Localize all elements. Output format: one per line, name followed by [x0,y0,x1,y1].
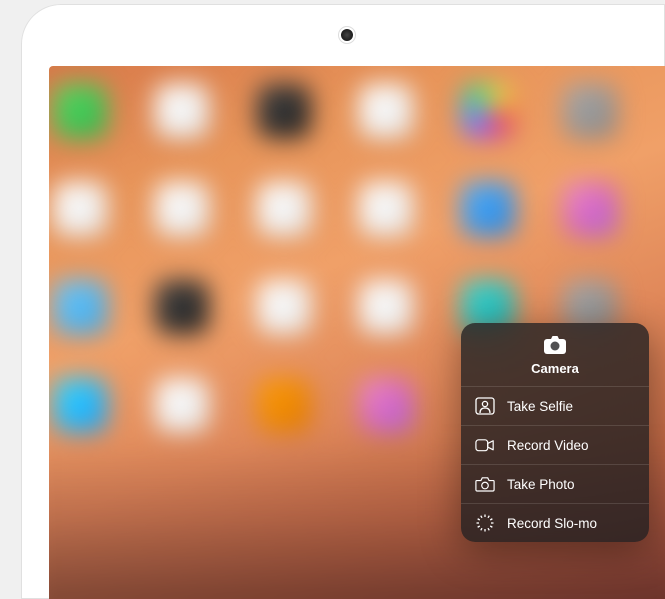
context-menu-header: Camera [461,323,649,387]
menu-item-record-video[interactable]: Record Video [461,426,649,465]
app-icon-blurred [53,280,107,334]
app-icon-blurred [155,84,209,138]
slomo-icon [475,514,495,532]
app-icon-blurred [53,378,107,432]
app-icon-blurred [359,378,413,432]
app-icon-blurred [53,182,107,236]
menu-item-label: Record Video [507,438,589,453]
app-icon-blurred [461,84,515,138]
app-icon-blurred [461,182,515,236]
app-icon-blurred [53,84,107,138]
menu-item-take-selfie[interactable]: Take Selfie [461,387,649,426]
menu-item-record-slomo[interactable]: Record Slo-mo [461,504,649,542]
app-icon-blurred [155,378,209,432]
app-icon-blurred [257,84,311,138]
app-icon-blurred [359,182,413,236]
menu-item-label: Take Selfie [507,399,573,414]
camera-fill-icon [543,335,567,355]
camera-icon [475,475,495,493]
context-menu-title: Camera [531,361,579,376]
ipad-frame: Camera Take Selfie [21,4,665,599]
app-icon-blurred [563,182,617,236]
selfie-icon [475,397,495,415]
menu-item-label: Take Photo [507,477,575,492]
menu-item-label: Record Slo-mo [507,516,597,531]
app-icon-blurred [257,182,311,236]
home-screen[interactable]: Camera Take Selfie [49,66,665,599]
front-camera [341,29,353,41]
camera-context-menu: Camera Take Selfie [461,323,649,542]
app-icon-blurred [155,280,209,334]
app-icon-blurred [257,280,311,334]
app-icon-blurred [155,182,209,236]
app-icon-blurred [359,84,413,138]
menu-item-take-photo[interactable]: Take Photo [461,465,649,504]
app-icon-blurred [359,280,413,334]
app-icon-blurred [563,84,617,138]
app-icon-blurred [257,378,311,432]
video-icon [475,436,495,454]
